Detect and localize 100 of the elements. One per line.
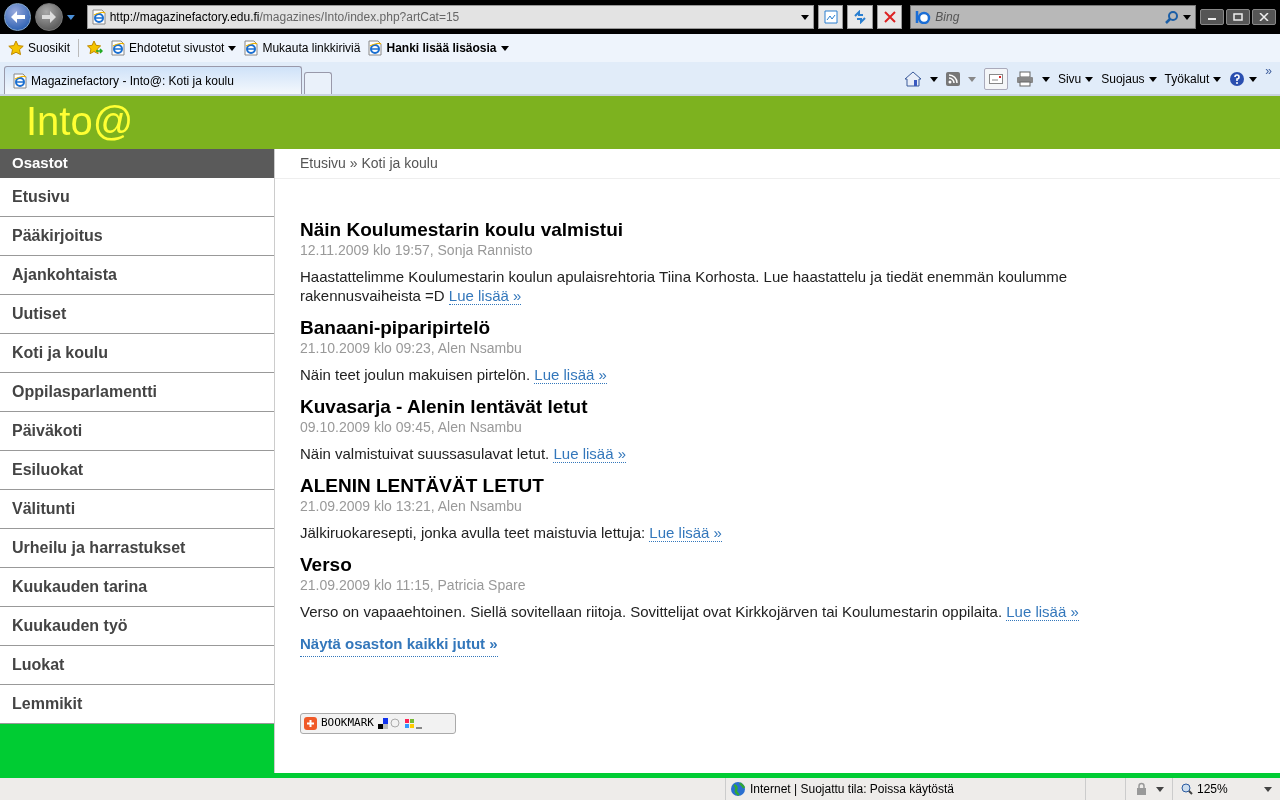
- read-more-link[interactable]: Lue lisää »: [553, 445, 626, 463]
- sidebar-link[interactable]: Uutiset: [0, 295, 274, 334]
- bookmark-button[interactable]: BOOKMARK: [300, 712, 456, 734]
- caret-icon: [228, 45, 237, 51]
- printer-icon: [1015, 71, 1034, 87]
- star-icon: [8, 40, 24, 56]
- sidebar-link[interactable]: Oppilasparlamentti: [0, 373, 274, 412]
- sidebar-link[interactable]: Välitunti: [0, 490, 274, 529]
- article-meta: 12.11.2009 klo 19:57, Sonja Rannisto: [300, 241, 534, 259]
- read-more-link[interactable]: Lue lisää »: [649, 524, 722, 542]
- sidebar-link[interactable]: Lemmikit: [0, 685, 274, 724]
- link-button[interactable]: Hanki lisää lisäosia: [368, 39, 509, 57]
- article-summary: Verso on vapaaehtoinen. Siellä sovitellaan riitoja. Sovittelijat ovat Kirkkojärven tai Koulumestarin oppilaita. Lue lisää »: [300, 602, 1080, 621]
- refresh-icon: [853, 10, 868, 24]
- sidebar-link[interactable]: Pääkirjoitus: [0, 217, 274, 256]
- page-icon: [111, 40, 126, 56]
- favorites-button[interactable]: Suosikit: [8, 39, 80, 57]
- article-meta: 21.09.2009 klo 11:15, Patricia Spare: [300, 576, 527, 594]
- print-button[interactable]: [1015, 71, 1050, 87]
- sidebar-heading: Osastot: [0, 149, 274, 178]
- caret-icon: [1041, 76, 1050, 82]
- article-title[interactable]: Verso: [300, 554, 1255, 576]
- sidebar-link[interactable]: Koti ja koulu: [0, 334, 274, 373]
- sidebar-link[interactable]: Esiluokat: [0, 451, 274, 490]
- command-menu[interactable]: Suojaus: [1101, 70, 1157, 88]
- forward-button[interactable]: [35, 3, 63, 31]
- back-button[interactable]: [4, 3, 32, 31]
- search-field[interactable]: Bing: [910, 5, 1196, 29]
- command-menu[interactable]: Sivu: [1057, 70, 1094, 88]
- b-logo-icon: [915, 10, 932, 24]
- caret-icon: [801, 14, 809, 20]
- caret-icon: [500, 45, 509, 51]
- envelope-icon: [988, 74, 1003, 84]
- globe-icon: [730, 781, 746, 797]
- minimize-button[interactable]: [1200, 9, 1224, 25]
- article-meta: 21.09.2009 klo 13:21, Alen Nsambu: [300, 497, 523, 515]
- article-meta: 09.10.2009 klo 09:45, Alen Nsambu: [300, 418, 523, 436]
- close-icon: [883, 11, 896, 23]
- stop-button[interactable]: [876, 5, 903, 29]
- address-field[interactable]: http://magazinefactory.edu.fi/magazines/Into/index.php?artCat=15: [86, 5, 814, 29]
- close-button[interactable]: [1252, 9, 1276, 25]
- home-button[interactable]: [903, 71, 938, 87]
- search-input[interactable]: Bing: [935, 8, 1161, 26]
- site-logo: Into@: [26, 98, 134, 144]
- link-button[interactable]: Mukauta linkkiriviä: [244, 39, 361, 57]
- caret-icon: [1182, 14, 1191, 20]
- browser-tab[interactable]: Magazinefactory - Into@: Koti ja koulu: [4, 66, 302, 94]
- caret-icon: [1249, 76, 1258, 82]
- maximize-button[interactable]: [1226, 9, 1250, 25]
- article-meta: 21.10.2009 klo 09:23, Alen Nsambu: [300, 339, 523, 357]
- plus-icon: [304, 716, 317, 730]
- page-icon: [368, 40, 383, 56]
- help-button[interactable]: [1229, 71, 1258, 87]
- search-icon: [1164, 10, 1179, 24]
- caret-icon: [1148, 76, 1157, 82]
- caret-icon: [66, 14, 75, 20]
- article-title[interactable]: Kuvasarja - Alenin lentävät letut: [300, 396, 1255, 418]
- compatibility-button[interactable]: [818, 5, 844, 29]
- mail-button[interactable]: [983, 68, 1008, 90]
- caret-icon: [1213, 76, 1222, 82]
- breadcrumb: Etusivu » Koti ja koulu: [300, 154, 438, 173]
- sidebar-link[interactable]: Luokat: [0, 646, 274, 685]
- article-summary: Haastattelimme Koulumestarin koulun apulaisrehtoria Tiina Korhosta. Lue haastattelu ja tiedät enemmän koulumme rakennusvaiheista =D Lue lisää »: [300, 267, 1069, 305]
- caret-icon: [1156, 786, 1164, 792]
- zone-status: Internet | Suojattu tila: Poissa käytöstä: [750, 781, 954, 798]
- read-more-link[interactable]: Lue lisää »: [1006, 603, 1079, 621]
- sidebar-link[interactable]: Urheilu ja harrastukset: [0, 529, 274, 568]
- sidebar-link[interactable]: Kuukauden työ: [0, 607, 274, 646]
- sidebar-link[interactable]: Kuukauden tarina: [0, 568, 274, 607]
- sidebar-link[interactable]: Ajankohtaista: [0, 256, 274, 295]
- caret-icon: [967, 76, 976, 82]
- share-services-icon: [378, 716, 422, 730]
- article-title[interactable]: ALENIN LENTÄVÄT LETUT: [300, 475, 1255, 497]
- read-more-link[interactable]: Lue lisää »: [448, 287, 522, 305]
- page-icon: [13, 72, 27, 89]
- article-summary: Näin teet joulun makuisen pirtelön. Lue lisää »: [300, 365, 608, 384]
- article-title[interactable]: Näin Koulumestarin koulu valmistui: [300, 219, 1255, 241]
- rss-icon: [945, 72, 960, 86]
- sidebar-link[interactable]: Päiväkoti: [0, 412, 274, 451]
- address-text: http://magazinefactory.edu.fi/magazines/Into/index.php?artCat=15: [109, 9, 460, 26]
- more-chevron[interactable]: »: [1265, 62, 1272, 80]
- feeds-button[interactable]: [945, 72, 976, 86]
- maximize-icon: [1233, 13, 1243, 21]
- zoom-button[interactable]: 125%: [1172, 778, 1256, 800]
- article-title[interactable]: Banaani-piparipirtelö: [300, 317, 1255, 339]
- article-summary: Näin valmistuivat suussasulavat letut. Lue lisää »: [300, 444, 628, 463]
- command-menu[interactable]: Työkalut: [1164, 70, 1222, 88]
- house-icon: [903, 71, 922, 87]
- sidebar-link[interactable]: Etusivu: [0, 178, 274, 217]
- page-icon: [91, 9, 106, 25]
- read-more-link[interactable]: Lue lisää »: [534, 366, 607, 384]
- close-icon: [1259, 13, 1269, 21]
- lock-icon: [1134, 782, 1148, 796]
- all-stories-link[interactable]: Näytä osaston kaikki jutut »: [300, 633, 498, 657]
- link-button[interactable]: Ehdotetut sivustot: [111, 39, 237, 57]
- caret-icon: [1085, 76, 1094, 82]
- article-summary: Jälkiruokaresepti, jonka avulla teet maistuvia lettuja: Lue lisää »: [300, 523, 723, 542]
- add-favorite-icon: [87, 40, 104, 56]
- help-icon: [1229, 71, 1246, 87]
- caret-icon: [929, 76, 938, 82]
